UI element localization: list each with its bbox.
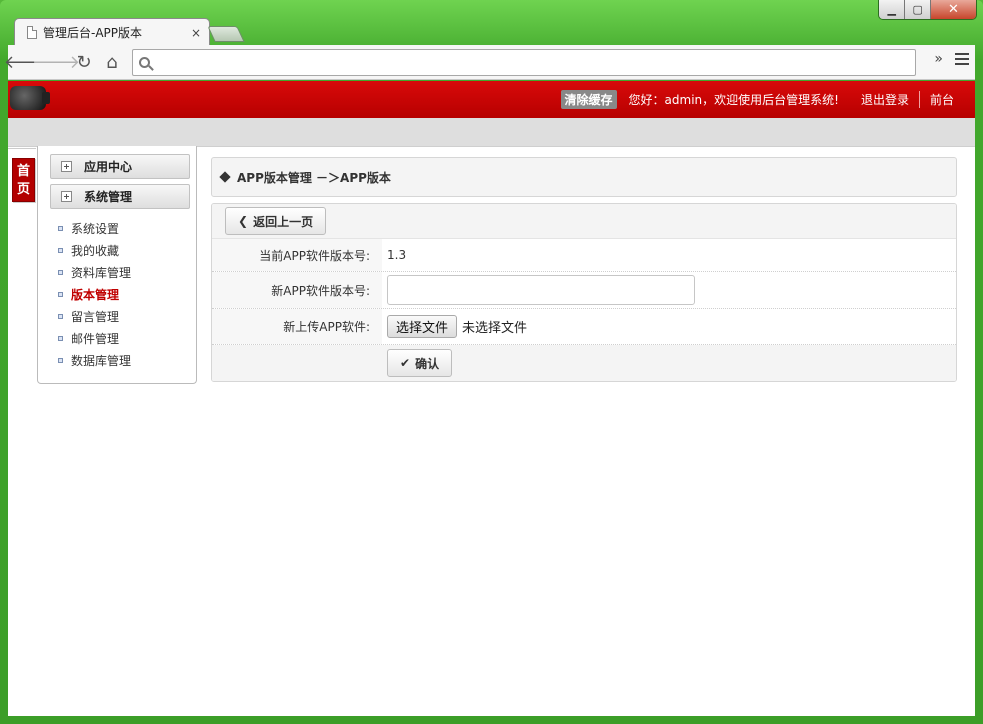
close-window-button[interactable]: ✕ <box>930 0 976 19</box>
clear-cache-button[interactable]: 清除缓存 <box>560 90 617 109</box>
main-content: APP版本管理 －＞APP版本 ❮ 返回上一页 当前APP软件版本号: 1.3 … <box>211 157 957 382</box>
sidebar-item-database[interactable]: 数据库管理 <box>58 349 131 371</box>
sidebar-item-library[interactable]: 资料库管理 <box>58 261 131 283</box>
menu-group-label: 应用中心 <box>84 160 133 174</box>
home-icon[interactable]: ⌂ <box>98 48 126 76</box>
sidebar-menu: 系统设置 我的收藏 资料库管理 版本管理 留言管理 邮件管理 数据库管理 <box>58 217 131 371</box>
forward-arrow-icon[interactable]: 🡒 <box>32 48 80 76</box>
new-tab-button[interactable] <box>207 26 245 42</box>
form-row-submit: ✔ 确认 <box>212 345 956 381</box>
menu-group-app-center[interactable]: 应用中心 <box>50 154 190 179</box>
logout-link[interactable]: 退出登录 <box>861 91 920 108</box>
form-row-upload: 新上传APP软件: 选择文件 未选择文件 <box>212 309 956 345</box>
bullet-icon <box>58 313 63 319</box>
logo-icon <box>10 86 50 110</box>
maximize-button[interactable]: ▢ <box>905 0 931 19</box>
sidebar-item-label: 我的收藏 <box>71 243 120 258</box>
diamond-icon <box>219 171 231 183</box>
file-status-text: 未选择文件 <box>462 321 528 336</box>
breadcrumb-text: APP版本管理 －＞APP版本 <box>237 170 391 185</box>
menu-group-system[interactable]: 系统管理 <box>50 184 190 209</box>
bullet-icon <box>58 357 63 363</box>
expand-plus-icon <box>61 191 72 202</box>
tab-close-icon[interactable]: × <box>191 26 201 40</box>
submit-row-label <box>212 345 382 381</box>
check-icon: ✔ <box>400 356 411 370</box>
sidebar: 应用中心 系统管理 系统设置 我的收藏 资料库管理 版本管理 留言管理 邮件管理… <box>37 146 197 384</box>
new-version-label: 新APP软件版本号: <box>212 272 382 308</box>
sidebar-item-version[interactable]: 版本管理 <box>58 283 131 305</box>
page-icon <box>27 26 37 39</box>
front-link[interactable]: 前台 <box>930 91 954 108</box>
site-header: 清除缓存 您好：admin，欢迎使用后台管理系统! 退出登录 前台 <box>8 81 975 118</box>
page-viewport: 清除缓存 您好：admin，欢迎使用后台管理系统! 退出登录 前台 首页 应用中… <box>8 81 975 716</box>
extensions-chevron-icon[interactable]: » <box>934 51 943 67</box>
address-bar[interactable] <box>132 49 916 76</box>
bullet-icon <box>58 291 63 297</box>
sidebar-item-label: 数据库管理 <box>71 353 132 368</box>
expand-plus-icon <box>61 161 72 172</box>
bullet-icon <box>58 225 63 231</box>
form-row-current-version: 当前APP软件版本号: 1.3 <box>212 239 956 272</box>
sidebar-item-system-settings[interactable]: 系统设置 <box>58 217 131 239</box>
choose-file-button[interactable]: 选择文件 <box>387 315 458 338</box>
browser-window: ▁ ▢ ✕ 管理后台-APP版本 × 🡐 🡒 ↻ ⌂ » 清除缓存 您好：adm… <box>0 0 983 724</box>
sidebar-item-messages[interactable]: 留言管理 <box>58 305 131 327</box>
window-controls: ▁ ▢ ✕ <box>878 0 977 20</box>
current-version-label: 当前APP软件版本号: <box>212 239 382 271</box>
upload-label: 新上传APP软件: <box>212 309 382 344</box>
confirm-button[interactable]: ✔ 确认 <box>387 349 453 377</box>
browser-tab[interactable]: 管理后台-APP版本 × <box>14 18 210 46</box>
minimize-button[interactable]: ▁ <box>879 0 906 19</box>
bullet-icon <box>58 269 63 275</box>
tab-title: 管理后台-APP版本 <box>43 26 143 40</box>
browser-menu-icon[interactable] <box>955 53 969 65</box>
confirm-button-label: 确认 <box>415 356 440 371</box>
sidebar-item-label: 邮件管理 <box>71 331 120 346</box>
chevron-left-icon: ❮ <box>238 214 249 228</box>
sidebar-item-mail[interactable]: 邮件管理 <box>58 327 131 349</box>
new-version-input[interactable] <box>387 275 695 305</box>
search-icon <box>139 57 150 68</box>
back-button-label: 返回上一页 <box>253 214 314 229</box>
greeting-text: 您好：admin，欢迎使用后台管理系统! <box>628 93 839 107</box>
breadcrumb: APP版本管理 －＞APP版本 <box>211 157 957 197</box>
sidebar-item-label: 留言管理 <box>71 309 120 324</box>
url-input[interactable] <box>158 51 915 74</box>
divider <box>8 148 36 149</box>
form-row-new-version: 新APP软件版本号: <box>212 272 956 309</box>
back-button[interactable]: ❮ 返回上一页 <box>225 207 327 235</box>
sidebar-item-label: 版本管理 <box>71 287 120 302</box>
sidebar-item-label: 资料库管理 <box>71 265 132 280</box>
sub-bar <box>8 118 975 147</box>
home-tab[interactable]: 首页 <box>12 158 35 202</box>
form-toolbar: ❮ 返回上一页 <box>212 204 956 239</box>
sidebar-item-favorites[interactable]: 我的收藏 <box>58 239 131 261</box>
sidebar-item-label: 系统设置 <box>71 221 120 236</box>
current-version-value: 1.3 <box>387 248 407 262</box>
bullet-icon <box>58 335 63 341</box>
version-form: ❮ 返回上一页 当前APP软件版本号: 1.3 新APP软件版本号: 新上传AP… <box>211 203 957 382</box>
reload-icon[interactable]: ↻ <box>70 48 98 76</box>
menu-group-label: 系统管理 <box>84 190 133 204</box>
browser-toolbar: 🡐 🡒 ↻ ⌂ » <box>4 45 975 80</box>
bullet-icon <box>58 247 63 253</box>
